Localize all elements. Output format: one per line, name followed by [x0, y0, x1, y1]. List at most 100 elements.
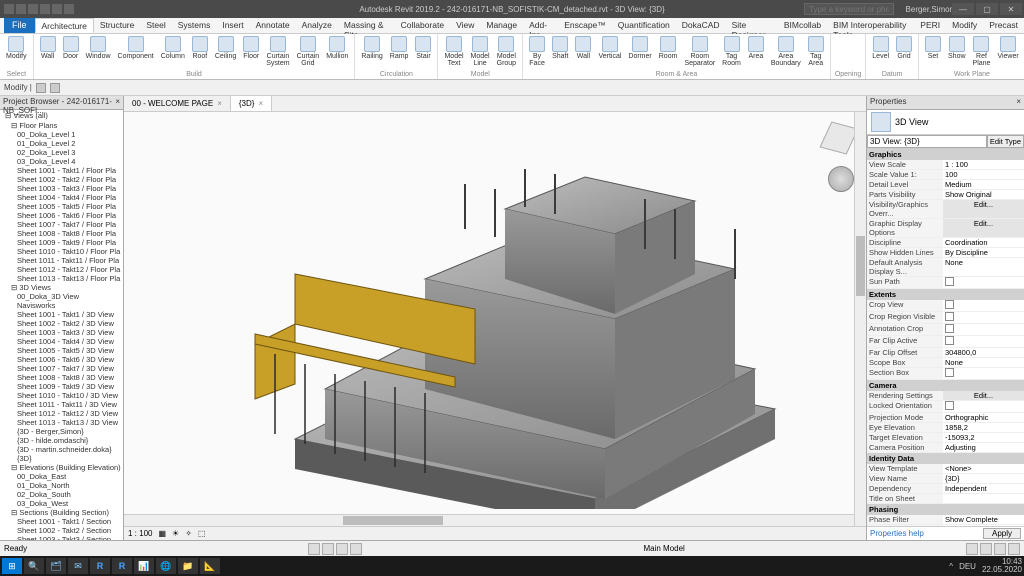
ribbon-button[interactable]: Column	[159, 35, 187, 68]
prop-input[interactable]	[945, 474, 1022, 483]
tree-item[interactable]: ⊟ 3D Views	[1, 283, 122, 292]
tree-item[interactable]: {3D - martin.schneider.doka}	[1, 445, 122, 454]
prop-value[interactable]	[943, 336, 1024, 347]
tree-item[interactable]: Sheet 1001 - Takt1 / Floor Pla	[1, 166, 122, 175]
user-label[interactable]: Berger,Simon	[906, 5, 954, 14]
panel-close-icon[interactable]: ×	[115, 97, 120, 108]
prop-value[interactable]	[943, 443, 1024, 452]
maximize-button[interactable]: ▢	[976, 3, 998, 15]
prop-input[interactable]	[945, 180, 1022, 189]
ribbon-button[interactable]: Ref Plane	[971, 35, 993, 68]
prop-value[interactable]	[943, 300, 1024, 311]
prop-value[interactable]	[943, 160, 1024, 169]
prop-value[interactable]	[943, 324, 1024, 335]
prop-input[interactable]	[945, 248, 1022, 257]
close-button[interactable]: ✕	[1000, 3, 1022, 15]
tree-item[interactable]: Sheet 1003 - Takt3 / 3D View	[1, 328, 122, 337]
view-tab[interactable]: 00 - WELCOME PAGE×	[124, 96, 231, 111]
checkbox[interactable]	[945, 277, 954, 286]
ribbon-button[interactable]: Roof	[190, 35, 210, 68]
canvas[interactable]	[124, 112, 866, 526]
tray-lang[interactable]: DEU	[959, 562, 976, 571]
tree-item[interactable]: 00_Doka_East	[1, 472, 122, 481]
ribbon-tab[interactable]: Manage	[480, 18, 523, 33]
prop-input[interactable]	[945, 358, 1022, 367]
quick-access[interactable]	[4, 4, 74, 14]
ribbon-tab[interactable]: View	[450, 18, 480, 33]
tray-up-icon[interactable]: ^	[949, 562, 953, 571]
search-input[interactable]	[804, 3, 894, 15]
ribbon-tab[interactable]: Modify	[946, 18, 983, 33]
ribbon-button[interactable]: Show	[946, 35, 968, 68]
prop-value[interactable]	[943, 277, 1024, 288]
tree-item[interactable]: Sheet 1006 - Takt6 / Floor Pla	[1, 211, 122, 220]
tree-item[interactable]: {3D - Berger,Simon}	[1, 427, 122, 436]
prop-value[interactable]	[943, 248, 1024, 257]
tree-item[interactable]: Sheet 1004 - Takt4 / Floor Pla	[1, 193, 122, 202]
tree-item[interactable]: Sheet 1003 - Takt3 / Floor Pla	[1, 184, 122, 193]
tree-item[interactable]: 01_Doka_North	[1, 481, 122, 490]
status-icon[interactable]	[336, 543, 348, 555]
tree-item[interactable]: Sheet 1013 - Takt13 / Floor Pla	[1, 274, 122, 283]
start-button[interactable]: ⊞	[2, 558, 22, 574]
prop-input[interactable]	[945, 238, 1022, 247]
checkbox[interactable]	[945, 312, 954, 321]
scrollbar-vertical[interactable]	[854, 112, 866, 526]
prop-value[interactable]	[943, 348, 1024, 357]
vc-icon[interactable]: ⬚	[198, 529, 206, 538]
tree-item[interactable]: Sheet 1002 - Takt2 / Section	[1, 526, 122, 535]
ribbon-tab[interactable]: Steel	[140, 18, 171, 33]
tree-item[interactable]: Sheet 1013 - Takt13 / 3D View	[1, 418, 122, 427]
ribbon-button[interactable]: Curtain Grid	[295, 35, 322, 68]
tree-item[interactable]: Sheet 1007 - Takt7 / 3D View	[1, 364, 122, 373]
panel-close-icon[interactable]: ×	[1016, 97, 1021, 108]
prop-input[interactable]	[945, 160, 1022, 169]
prop-value[interactable]	[943, 170, 1024, 179]
opt-icon[interactable]	[50, 83, 60, 93]
prop-input[interactable]	[945, 413, 1022, 422]
ribbon-tab[interactable]: Insert	[216, 18, 249, 33]
prop-value[interactable]	[943, 464, 1024, 473]
ribbon-tab[interactable]: Structure	[94, 18, 141, 33]
ribbon-button[interactable]: Level	[870, 35, 891, 61]
checkbox[interactable]	[945, 300, 954, 309]
ribbon-button[interactable]: Model Group	[495, 35, 518, 68]
prop-value[interactable]	[943, 494, 1024, 503]
status-icon[interactable]	[980, 543, 992, 555]
ribbon-button[interactable]: By Face	[527, 35, 547, 68]
tree-item[interactable]: {3D - hilde.omdaschi}	[1, 436, 122, 445]
tree-item[interactable]: Navisworks	[1, 301, 122, 310]
prop-value[interactable]	[943, 312, 1024, 323]
taskbar-item[interactable]: 📁	[178, 558, 198, 574]
ribbon-button[interactable]: Wall	[573, 35, 593, 68]
tree-item[interactable]: Sheet 1004 - Takt4 / 3D View	[1, 337, 122, 346]
status-icon[interactable]	[322, 543, 334, 555]
prop-section-header[interactable]: Extents	[867, 289, 1024, 300]
tree-item[interactable]: Sheet 1005 - Takt5 / Floor Pla	[1, 202, 122, 211]
prop-value[interactable]	[943, 180, 1024, 189]
ribbon-button[interactable]: Modify	[4, 35, 29, 61]
prop-input[interactable]	[945, 348, 1022, 357]
prop-value[interactable]: Edit...	[943, 200, 1024, 218]
taskbar-item[interactable]: ✉	[68, 558, 88, 574]
ribbon-button[interactable]: Shaft	[550, 35, 570, 68]
ribbon-button[interactable]: Stair	[413, 35, 433, 61]
tree-item[interactable]: 01_Doka_Level 2	[1, 139, 122, 148]
ribbon-tab[interactable]: Analyze	[296, 18, 338, 33]
checkbox[interactable]	[945, 368, 954, 377]
opt-icon[interactable]	[36, 83, 46, 93]
ribbon-tab[interactable]: PERI	[914, 18, 946, 33]
prop-input[interactable]	[945, 515, 1022, 524]
ribbon-button[interactable]: Tag Room	[720, 35, 743, 68]
minimize-button[interactable]: —	[952, 3, 974, 15]
tree-item[interactable]: 00_Doka_3D View	[1, 292, 122, 301]
prop-value[interactable]	[943, 413, 1024, 422]
prop-section-header[interactable]: Identity Data	[867, 453, 1024, 464]
tree-item[interactable]: Sheet 1012 - Takt12 / Floor Pla	[1, 265, 122, 274]
ribbon-tab[interactable]: Quantification	[612, 18, 676, 33]
ribbon-tab[interactable]: Site Designer	[726, 18, 778, 33]
vc-icon[interactable]: ▦	[158, 529, 166, 538]
taskbar-item[interactable]: 📐	[200, 558, 220, 574]
prop-input[interactable]	[945, 443, 1022, 452]
prop-section-header[interactable]: Phasing	[867, 504, 1024, 515]
